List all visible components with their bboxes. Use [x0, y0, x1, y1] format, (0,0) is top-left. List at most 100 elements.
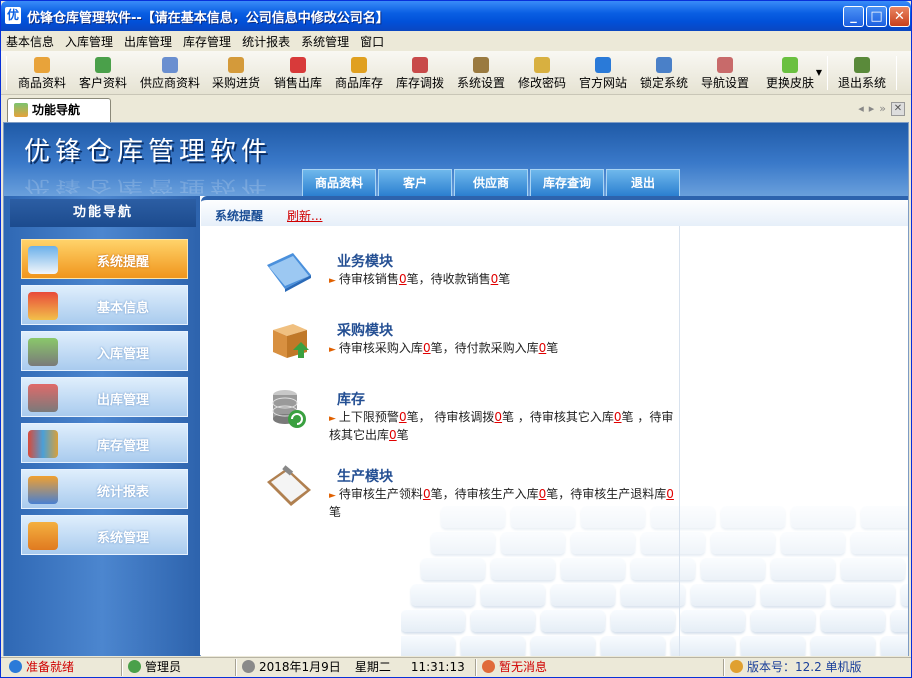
nav-label: 库存管理 [97, 439, 150, 454]
pending-count-link[interactable]: 0 [614, 410, 622, 424]
banner-tabs: 商品资料 客户 供应商 库存查询 退出 [302, 169, 680, 196]
menu-basic-info[interactable]: 基本信息 [1, 31, 60, 51]
menu-outbound[interactable]: 出库管理 [119, 31, 178, 51]
refresh-link[interactable]: 刷新... [287, 207, 322, 224]
book-icon [267, 253, 311, 292]
toolbar: 商品资料 客户资料 供应商资料 采购进货 销售出库 商品库存 库存调拨 系统设置… [1, 51, 911, 95]
toolbar-label: 退出系统 [837, 76, 886, 90]
keyboard-key [881, 636, 908, 656]
status-messages[interactable]: 暂无消息 [482, 660, 547, 676]
pending-count-link[interactable]: 0 [494, 410, 502, 424]
ie-icon [595, 57, 611, 73]
toolbar-customer-button[interactable]: 客户资料 [75, 54, 131, 92]
toolbar-skin-button[interactable]: 更换皮肤 ▼ [758, 54, 822, 92]
tab-scroll-right-icon[interactable]: ▸ [869, 102, 875, 116]
nav-system[interactable]: 系统管理 [21, 515, 188, 555]
nav-outbound[interactable]: 出库管理 [21, 377, 188, 417]
menu-window[interactable]: 窗口 [355, 31, 390, 51]
toolbar-supplier-button[interactable]: 供应商资料 [136, 54, 204, 92]
status-datetime: 2018年1月9日 星期二 11:31:13 [242, 660, 465, 676]
status-user: 管理员 [128, 660, 181, 676]
keyboard-key [841, 558, 905, 580]
module-text: 待审核生产领料 [338, 487, 423, 501]
menu-inventory[interactable]: 库存管理 [178, 31, 237, 51]
goods-icon [34, 57, 50, 73]
inventory-houses-icon [28, 430, 58, 458]
toolbar-purchase-button[interactable]: 采购进货 [208, 54, 264, 92]
tab-tools: ◂ ▸ » ✕ [858, 102, 905, 116]
pending-count-link[interactable]: 0 [389, 428, 397, 442]
toolbar-lock-button[interactable]: 锁定系统 [636, 54, 692, 92]
keyboard-key [501, 532, 565, 554]
tab-close-icon[interactable]: ✕ [891, 102, 905, 116]
status-time: 11:31:13 [410, 660, 465, 674]
banner-tab-customer[interactable]: 客户 [378, 169, 452, 196]
menu-reports[interactable]: 统计报表 [237, 31, 296, 51]
left-nav-heading: 功能导航 [10, 199, 196, 227]
banner-tab-supplier[interactable]: 供应商 [454, 169, 528, 196]
menu-inbound[interactable]: 入库管理 [60, 31, 119, 51]
keyboard-key [631, 558, 695, 580]
banner-tab-exit[interactable]: 退出 [606, 169, 680, 196]
tab-list-icon[interactable]: » [879, 102, 886, 116]
keyboard-key [771, 558, 835, 580]
toolbar-nav-settings-button[interactable]: 导航设置 [697, 54, 753, 92]
keyboard-key [831, 584, 895, 606]
toolbar-website-button[interactable]: 官方网站 [575, 54, 631, 92]
minimize-button[interactable]: _ [843, 6, 864, 27]
keyboard-key [781, 532, 845, 554]
toolbar-label: 导航设置 [700, 76, 749, 90]
nav-inbound[interactable]: 入库管理 [21, 331, 188, 371]
sales-icon [290, 57, 306, 73]
nav-settings-icon [717, 57, 733, 73]
keyboard-key [891, 610, 908, 632]
pending-count-link[interactable]: 0 [399, 272, 407, 286]
toolbar-exit-button[interactable]: 退出系统 [833, 54, 891, 92]
left-nav-panel: 功能导航 系统提醒 基本信息 入库管理 出库管理 库存管理 统计报表 系统管理 [4, 196, 200, 656]
status-weekday: 星期二 [354, 660, 391, 674]
clipboard-icon [267, 465, 311, 506]
banner-tab-goods[interactable]: 商品资料 [302, 169, 376, 196]
nav-inventory[interactable]: 库存管理 [21, 423, 188, 463]
toolbar-sales-button[interactable]: 销售出库 [270, 54, 326, 92]
pending-count-link[interactable]: 0 [399, 410, 407, 424]
toolbar-password-button[interactable]: 修改密码 [514, 54, 570, 92]
status-separator [475, 659, 477, 676]
inbound-cart-icon [28, 338, 58, 366]
title-bar[interactable]: 优 优锋仓库管理软件--【请在基本信息，公司信息中修改公司名】 _ □ ✕ [1, 1, 911, 31]
toolbar-label: 供应商资料 [139, 76, 200, 90]
nav-system-reminder[interactable]: 系统提醒 [21, 239, 188, 279]
module-title: 业务模块 [337, 254, 393, 270]
module-text: 上下限预警 [338, 410, 399, 424]
tab-scroll-left-icon[interactable]: ◂ [858, 102, 864, 116]
menu-system[interactable]: 系统管理 [296, 31, 355, 51]
banner-tab-stock-query[interactable]: 库存查询 [530, 169, 604, 196]
toolbar-stock-button[interactable]: 商品库存 [331, 54, 387, 92]
nav-reports[interactable]: 统计报表 [21, 469, 188, 509]
customer-icon [95, 57, 111, 73]
nav-basic-info[interactable]: 基本信息 [21, 285, 188, 325]
keyboard-key [621, 584, 685, 606]
tab-function-nav[interactable]: 功能导航 [7, 98, 111, 122]
toolbar-settings-button[interactable]: 系统设置 [453, 54, 509, 92]
toolbar-transfer-button[interactable]: 库存调拨 [392, 54, 448, 92]
module-text: 笔 ，待审核其它入库 [502, 410, 614, 424]
user-icon [128, 660, 141, 673]
nav-label: 系统管理 [97, 531, 150, 546]
banner-title-reflection: 优锋仓库管理软件 [24, 177, 273, 195]
main-window: 优 优锋仓库管理软件--【请在基本信息，公司信息中修改公司名】 _ □ ✕ 基本… [0, 0, 912, 678]
pending-count-link[interactable]: 0 [423, 487, 431, 501]
pending-count-link[interactable]: 0 [666, 487, 674, 501]
pending-count-link[interactable]: 0 [423, 341, 431, 355]
toolbar-label: 商品资料 [17, 76, 66, 90]
toolbar-goods-button[interactable]: 商品资料 [13, 54, 71, 92]
module-text: 待审核采购入库 [338, 341, 423, 355]
keyboard-key [681, 610, 745, 632]
close-button[interactable]: ✕ [889, 6, 910, 27]
chevron-down-icon[interactable]: ▼ [816, 68, 822, 77]
status-bar: 准备就绪 管理员 2018年1月9日 星期二 11:31:13 暂无消息 版本号：1… [1, 657, 911, 677]
nav-label: 系统提醒 [97, 255, 150, 270]
maximize-button[interactable]: □ [866, 6, 887, 27]
toolbar-separator [896, 56, 897, 90]
bullet-arrow-icon: ► [329, 414, 336, 424]
